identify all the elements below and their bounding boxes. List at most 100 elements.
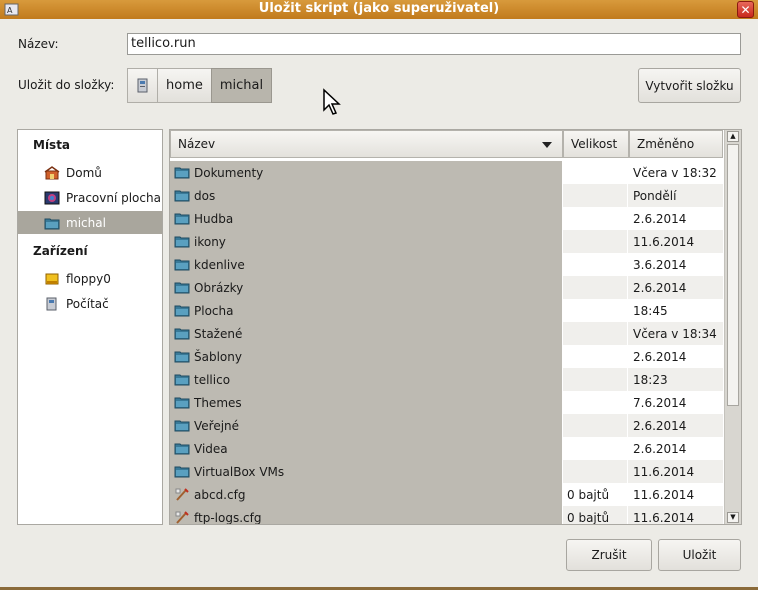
places-item-label: michal	[66, 215, 106, 230]
file-size	[563, 207, 627, 230]
computer-icon	[137, 78, 147, 92]
file-row[interactable]: Obrázky 2.6.2014	[170, 276, 723, 299]
filename-input[interactable]: tellico.run	[127, 33, 741, 55]
file-name: Plocha	[194, 303, 234, 318]
file-name: abcd.cfg	[194, 487, 246, 502]
file-name: Šablony	[194, 349, 242, 364]
devices-item-floppy[interactable]: floppy0	[18, 267, 162, 290]
file-name-cell: dos	[170, 184, 562, 207]
file-row[interactable]: Themes 7.6.2014	[170, 391, 723, 414]
file-size	[563, 299, 627, 322]
column-header-label: Změněno	[637, 137, 695, 151]
close-window-button[interactable]: ✕	[737, 1, 754, 18]
create-folder-button[interactable]: Vytvořit složku	[638, 68, 741, 103]
save-button[interactable]: Uložit	[658, 539, 741, 571]
file-row[interactable]: tellico 18:23	[170, 368, 723, 391]
folder-icon	[174, 213, 190, 225]
places-item-home[interactable]: Domů	[18, 161, 162, 184]
folder-icon	[174, 443, 190, 455]
file-name: ftp-logs.cfg	[194, 510, 262, 525]
folder-icon	[174, 259, 190, 271]
file-row[interactable]: Hudba 2.6.2014	[170, 207, 723, 230]
file-row[interactable]: VirtualBox VMs 11.6.2014	[170, 460, 723, 483]
file-name: Veřejné	[194, 418, 240, 433]
file-name: Videa	[194, 441, 228, 456]
file-row[interactable]: Videa 2.6.2014	[170, 437, 723, 460]
column-header-size[interactable]: Velikost	[563, 130, 629, 158]
scroll-up-button[interactable]: ▲	[727, 131, 739, 142]
file-row[interactable]: ftp-logs.cfg 0 bajtů 11.6.2014	[170, 506, 723, 525]
file-size	[563, 230, 627, 253]
file-row[interactable]: ikony 11.6.2014	[170, 230, 723, 253]
folder-icon	[174, 420, 190, 432]
file-name: Themes	[194, 395, 242, 410]
file-name: dos	[194, 188, 216, 203]
folder-icon	[174, 305, 190, 317]
window-title: Uložit skript (jako superuživatel)	[258, 1, 500, 16]
file-modified: 18:45	[633, 303, 668, 318]
column-header-modified[interactable]: Změněno	[629, 130, 723, 158]
scroll-down-button[interactable]: ▼	[727, 512, 739, 523]
file-name-cell: Stažené	[170, 322, 562, 345]
file-row[interactable]: Dokumenty Včera v 18:32	[170, 161, 723, 184]
folder-icon	[174, 351, 190, 363]
file-name-cell: kdenlive	[170, 253, 562, 276]
file-name-cell: VirtualBox VMs	[170, 460, 562, 483]
file-row[interactable]: dos Pondělí	[170, 184, 723, 207]
places-item-label: Počítač	[66, 296, 109, 311]
title-bar: A Uložit skript (jako superuživatel) ✕	[0, 0, 758, 19]
places-sidebar: Místa Domů Pracovní plocha michal Zaříze…	[17, 129, 163, 525]
vertical-scrollbar[interactable]: ▲ ▼	[724, 130, 741, 524]
file-size	[563, 368, 627, 391]
file-size	[563, 322, 627, 345]
column-header-label: Název	[178, 137, 216, 151]
file-name-cell: Obrázky	[170, 276, 562, 299]
places-item-label: floppy0	[66, 271, 111, 286]
column-header-name[interactable]: Název	[170, 130, 563, 158]
file-row[interactable]: Plocha 18:45	[170, 299, 723, 322]
path-root-button[interactable]	[127, 68, 158, 103]
close-icon: ✕	[740, 3, 751, 17]
places-header: Místa	[33, 138, 71, 152]
file-modified: 7.6.2014	[633, 395, 687, 410]
mouse-cursor-icon	[323, 88, 341, 115]
cancel-button[interactable]: Zrušit	[566, 539, 652, 571]
file-size: 0 bajtů	[563, 506, 627, 524]
path-button-home[interactable]: home	[157, 68, 212, 103]
file-size	[563, 437, 627, 460]
file-name-cell: Themes	[170, 391, 562, 414]
folder-icon	[174, 236, 190, 248]
file-name: kdenlive	[194, 257, 245, 272]
file-size	[563, 184, 627, 207]
devices-header: Zařízení	[33, 244, 88, 258]
file-modified: 18:23	[628, 368, 723, 391]
places-item-michal[interactable]: michal	[18, 211, 162, 234]
folder-icon	[174, 328, 190, 340]
file-row[interactable]: Veřejné 2.6.2014	[170, 414, 723, 437]
file-row[interactable]: Stažené Včera v 18:34	[170, 322, 723, 345]
path-button-michal[interactable]: michal	[210, 68, 273, 103]
folder-icon	[174, 167, 190, 179]
floppy-icon	[45, 273, 59, 284]
file-size	[563, 414, 627, 437]
file-size	[563, 253, 627, 276]
file-row[interactable]: Šablony 2.6.2014	[170, 345, 723, 368]
places-item-desktop[interactable]: Pracovní plocha	[18, 186, 162, 209]
file-row[interactable]: kdenlive 3.6.2014	[170, 253, 723, 276]
file-row[interactable]: abcd.cfg 0 bajtů 11.6.2014	[170, 483, 723, 506]
file-name: Obrázky	[194, 280, 244, 295]
file-modified: Pondělí	[628, 184, 723, 207]
file-name-cell: Šablony	[170, 345, 562, 368]
file-name-cell: Veřejné	[170, 414, 562, 437]
scroll-thumb[interactable]	[727, 144, 739, 406]
file-size	[563, 161, 627, 184]
file-name: Dokumenty	[194, 165, 264, 180]
file-modified: 11.6.2014	[628, 230, 723, 253]
file-name-cell: Videa	[170, 437, 562, 460]
config-file-icon	[175, 488, 189, 501]
file-modified: Včera v 18:34	[628, 322, 723, 345]
devices-item-computer[interactable]: Počítač	[18, 292, 162, 315]
file-modified: 11.6.2014	[628, 460, 723, 483]
file-modified: 3.6.2014	[633, 257, 687, 272]
file-name: VirtualBox VMs	[194, 464, 285, 479]
